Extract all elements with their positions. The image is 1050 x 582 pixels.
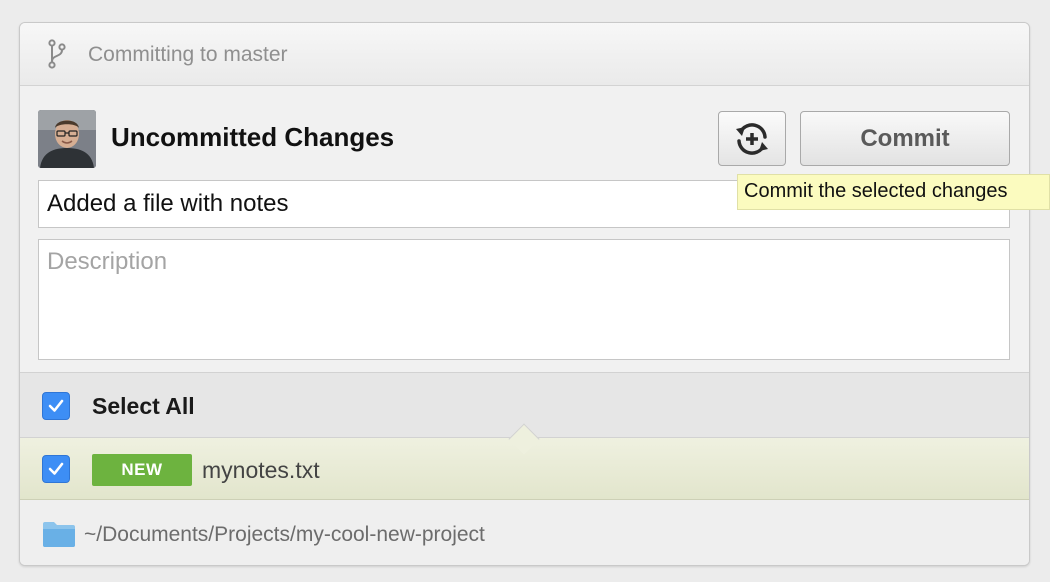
select-all-label: Select All (92, 393, 195, 419)
description-field[interactable] (38, 239, 1010, 360)
git-branch-icon (48, 39, 66, 69)
sync-button[interactable] (718, 111, 786, 166)
new-file-badge: NEW (92, 454, 192, 486)
user-avatar (38, 110, 96, 168)
folder-icon (43, 522, 75, 547)
repository-footer: ~/Documents/Projects/my-cool-new-project (20, 500, 1029, 565)
checkmark-icon (48, 462, 64, 475)
commit-tooltip: Commit the selected changes (737, 174, 1050, 210)
file-name: mynotes.txt (202, 457, 320, 483)
sync-add-icon (736, 122, 768, 155)
branch-header: Committing to master (20, 23, 1029, 86)
file-checkbox[interactable] (42, 455, 70, 483)
commit-button[interactable]: Commit (800, 111, 1010, 166)
repository-path: ~/Documents/Projects/my-cool-new-project (84, 523, 485, 546)
uncommitted-changes-title: Uncommitted Changes (111, 122, 395, 152)
branch-label: Committing to master (88, 43, 288, 66)
avatar-image (38, 110, 96, 168)
commit-panel: Committing to master Uncommitted Changes… (19, 22, 1030, 566)
select-all-checkbox[interactable] (42, 392, 70, 420)
checkmark-icon (48, 399, 64, 412)
